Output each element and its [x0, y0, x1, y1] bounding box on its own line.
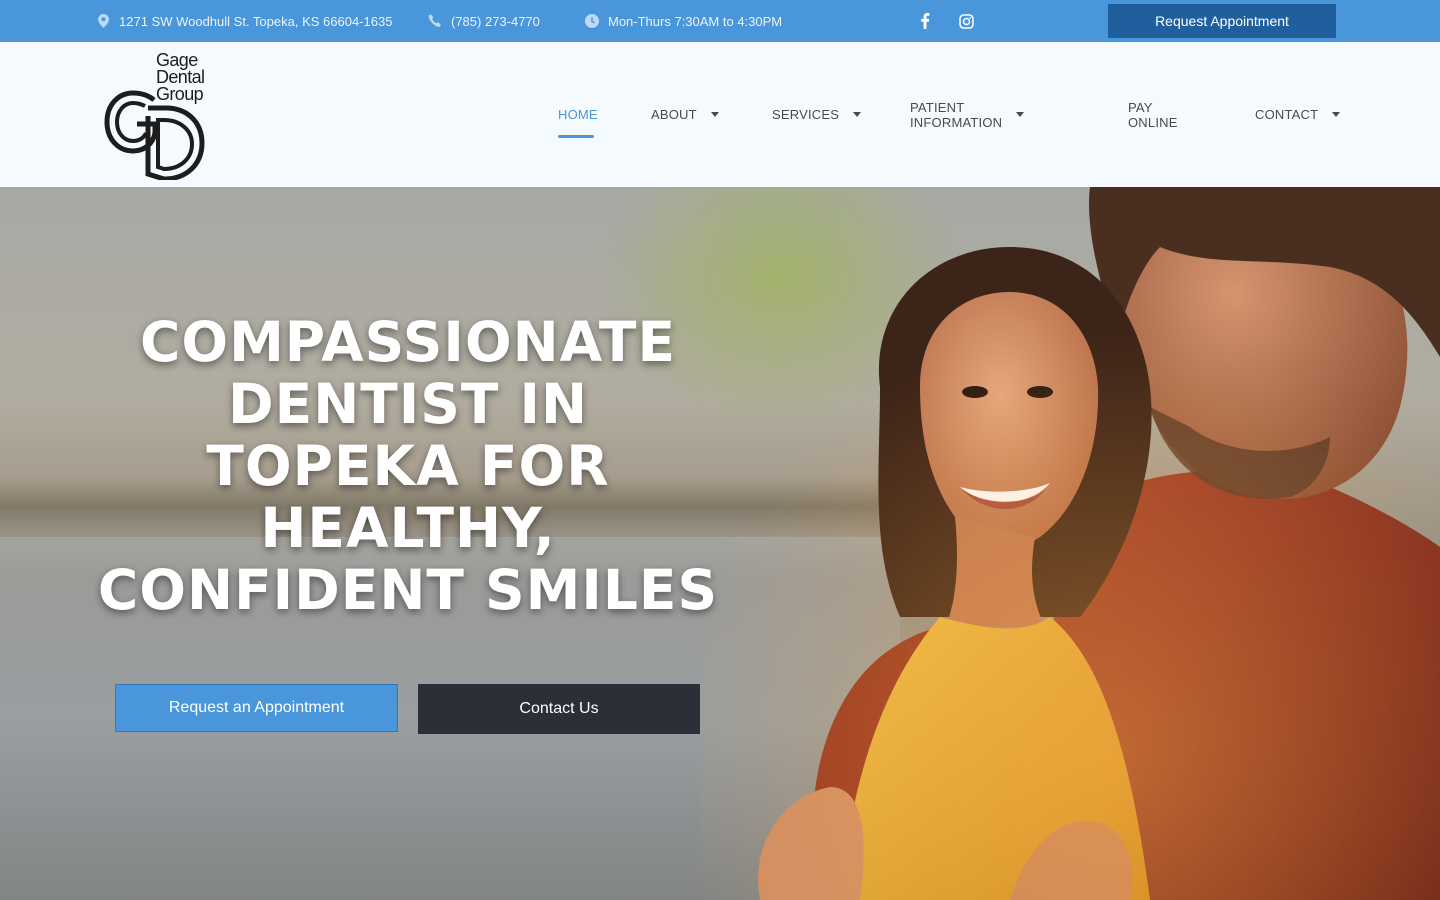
instagram-link[interactable]: [959, 0, 974, 42]
hero-title-line: CONFIDENT SMILES: [97, 558, 719, 622]
facebook-link[interactable]: [920, 0, 930, 42]
hours-text: Mon-Thurs 7:30AM to 4:30PM: [608, 13, 783, 29]
caret-down-icon: [853, 112, 862, 117]
nav-item-patient-information[interactable]: PATIENT INFORMATION: [910, 42, 1025, 187]
map-pin-icon: [96, 14, 110, 28]
contact-us-button[interactable]: Contact Us: [418, 684, 700, 734]
nav-item-about[interactable]: ABOUT: [651, 42, 719, 187]
clock-icon: [585, 14, 599, 28]
nav-item-services[interactable]: SERVICES: [772, 42, 862, 187]
nav-label-contact: CONTACT: [1255, 107, 1319, 122]
gd-monogram-icon: [104, 90, 205, 180]
site-header: Gage Dental Group HOME ABOUT SERVICES PA…: [0, 42, 1440, 187]
hero-title: COMPASSIONATE DENTIST IN TOPEKA FOR HEAL…: [96, 311, 720, 621]
hero-title-line: TOPEKA FOR: [206, 434, 610, 498]
instagram-icon: [959, 13, 974, 29]
nav-label-patient-information: PATIENT INFORMATION: [910, 99, 1003, 130]
nav-label-pay-online: PAY ONLINE: [1128, 99, 1178, 130]
caret-down-icon: [710, 112, 719, 117]
address-info[interactable]: 1271 SW Woodhull St. Topeka, KS 66604-16…: [96, 0, 392, 42]
top-info-bar: 1271 SW Woodhull St. Topeka, KS 66604-16…: [0, 0, 1440, 42]
hero-section: COMPASSIONATE DENTIST IN TOPEKA FOR HEAL…: [0, 187, 1440, 900]
address-text: 1271 SW Woodhull St. Topeka, KS 66604-16…: [119, 13, 393, 29]
nav-item-contact[interactable]: CONTACT: [1255, 42, 1341, 187]
request-an-appointment-button[interactable]: Request an Appointment: [115, 684, 398, 732]
active-nav-indicator: [558, 135, 594, 138]
request-appointment-button[interactable]: Request Appointment: [1108, 4, 1336, 38]
phone-info[interactable]: (785) 273-4770: [428, 0, 540, 42]
hours-info: Mon-Thurs 7:30AM to 4:30PM: [585, 0, 782, 42]
phone-text: (785) 273-4770: [451, 13, 540, 29]
hero-title-line: DENTIST IN: [227, 372, 588, 436]
caret-down-icon: [1332, 112, 1341, 117]
caret-down-icon: [1016, 112, 1025, 117]
nav-item-pay-online[interactable]: PAY ONLINE: [1128, 42, 1178, 187]
nav-item-home[interactable]: HOME: [558, 42, 598, 187]
hero-title-line: HEALTHY,: [260, 496, 556, 560]
phone-icon: [428, 14, 442, 28]
nav-label-services: SERVICES: [772, 107, 840, 122]
gage-dental-logo[interactable]: Gage Dental Group: [104, 50, 216, 180]
nav-label-home: HOME: [558, 107, 598, 122]
hero-title-line: COMPASSIONATE: [139, 310, 677, 374]
facebook-icon: [921, 13, 930, 29]
nav-label-about: ABOUT: [651, 107, 697, 122]
